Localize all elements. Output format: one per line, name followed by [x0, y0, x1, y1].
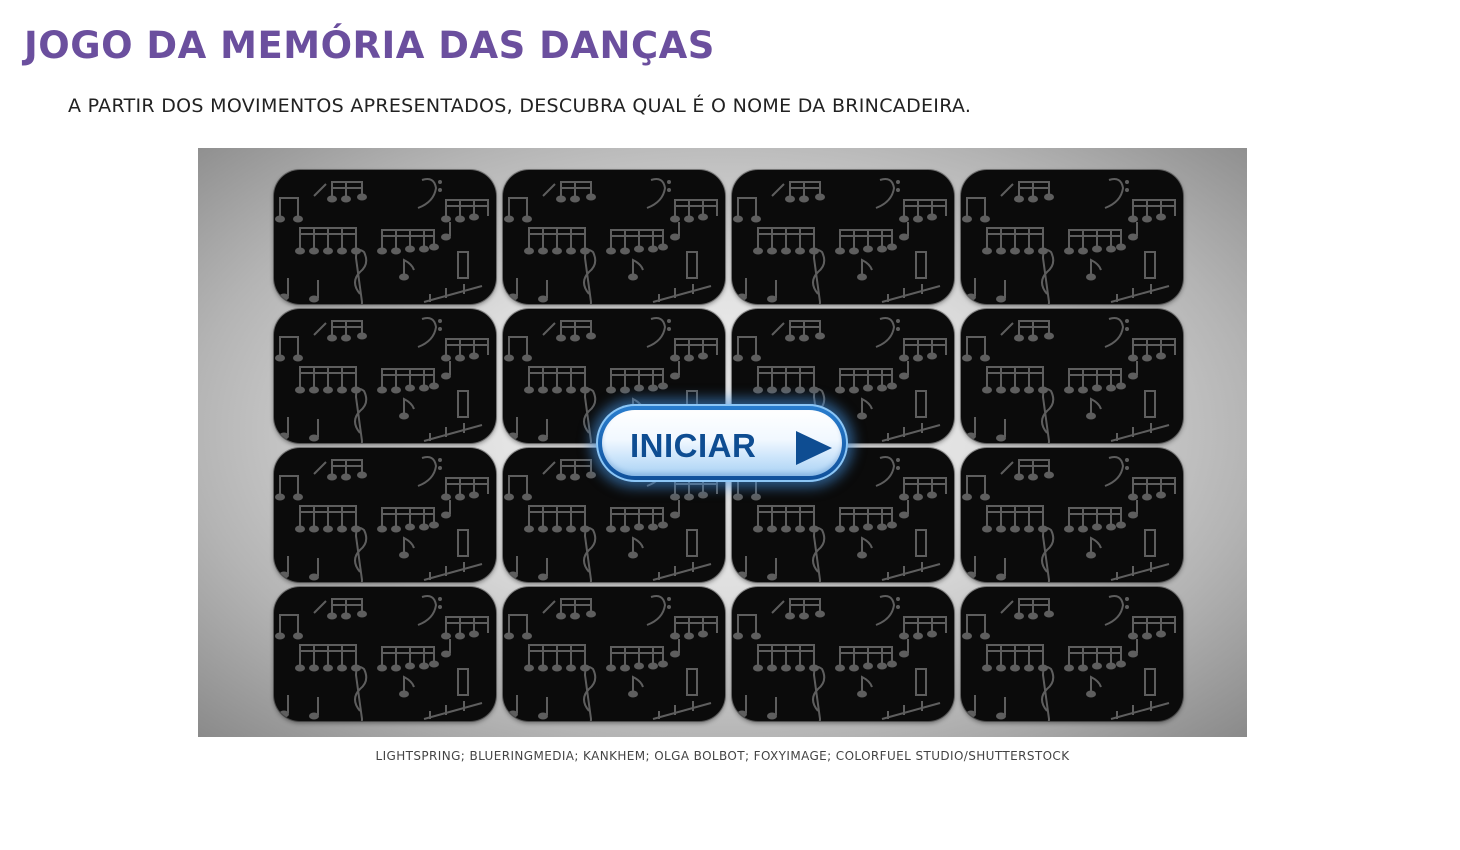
memory-card[interactable]: [274, 170, 496, 304]
memory-card[interactable]: [274, 448, 496, 582]
play-icon: [796, 431, 832, 465]
memory-card[interactable]: [961, 587, 1183, 721]
instructions-text: A PARTIR DOS MOVIMENTOS APRESENTADOS, DE…: [68, 95, 972, 117]
page-title: JOGO DA MEMÓRIA DAS DANÇAS: [24, 24, 715, 67]
memory-card[interactable]: [961, 309, 1183, 443]
music-notes-pattern: [962, 595, 1176, 721]
image-credits: LIGHTSPRING; BLUERINGMEDIA; KANKHEM; OLG…: [375, 749, 1070, 763]
memory-card[interactable]: [961, 170, 1183, 304]
memory-card[interactable]: [503, 587, 725, 721]
music-notes-pattern: [275, 595, 489, 721]
music-notes-pattern: [962, 456, 1176, 582]
music-notes-pattern: [962, 317, 1176, 443]
music-notes-pattern: [733, 178, 947, 304]
memory-game-board: INICIAR: [198, 148, 1247, 737]
memory-card[interactable]: [732, 170, 954, 304]
memory-card[interactable]: [503, 170, 725, 304]
music-notes-pattern: [275, 317, 489, 443]
music-notes-pattern: [275, 456, 489, 582]
music-notes-pattern: [275, 178, 489, 304]
memory-card[interactable]: [961, 448, 1183, 582]
memory-card[interactable]: [274, 587, 496, 721]
memory-card[interactable]: [732, 587, 954, 721]
start-button-label: INICIAR: [630, 427, 757, 464]
music-notes-pattern: [962, 178, 1176, 304]
music-notes-pattern: [733, 595, 947, 721]
music-notes-pattern: [504, 178, 718, 304]
memory-card[interactable]: [274, 309, 496, 443]
music-notes-pattern: [504, 595, 718, 721]
start-button[interactable]: INICIAR: [596, 404, 848, 482]
start-button-face: INICIAR: [602, 410, 842, 476]
